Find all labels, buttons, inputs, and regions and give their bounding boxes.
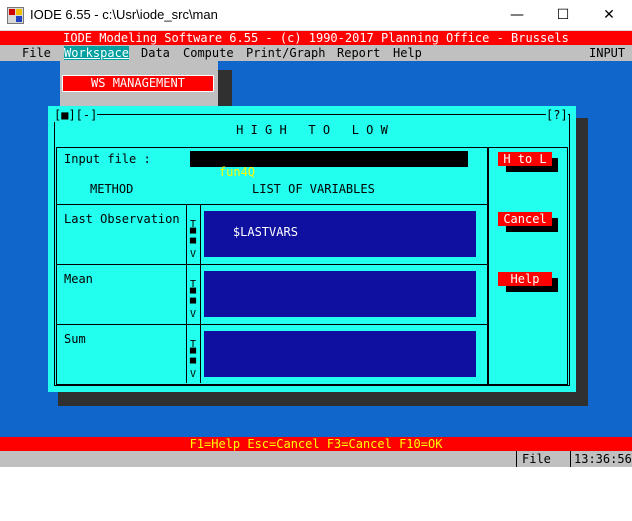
input-mode-indicator: INPUT (589, 46, 626, 60)
grid-line-mid2 (56, 324, 487, 325)
grid-line-top (56, 204, 487, 205)
menu-data[interactable]: Data (141, 46, 170, 60)
app-icon-yellow (16, 9, 22, 15)
scroll-indicator[interactable]: T ▀ ▀ V (187, 340, 199, 380)
menu-workspace[interactable]: Workspace (64, 46, 130, 60)
scroll-indicator[interactable]: T ▀ ▀ V (187, 220, 199, 260)
variables-header: LIST OF VARIABLES (252, 182, 375, 196)
window-title: IODE 6.55 - c:\Usr\iode_src\man (30, 7, 218, 22)
method-last-observation: Last Observation (64, 212, 180, 226)
grid-line-mid1 (56, 264, 487, 265)
h-to-l-button[interactable]: H to L (498, 152, 552, 166)
last-observation-variables-value: $LASTVARS (232, 225, 298, 239)
dialog-system-menu[interactable]: [■][-] (54, 108, 98, 122)
menu-bar: File Workspace Data Compute Print/Graph … (0, 45, 632, 61)
status-divider (570, 451, 571, 467)
menu-compute[interactable]: Compute (183, 46, 234, 60)
last-observation-variables-field[interactable]: $LASTVARS (204, 211, 476, 257)
cancel-button[interactable]: Cancel (498, 212, 552, 226)
help-button[interactable]: Help (498, 272, 552, 286)
function-keys-bar: F1=Help Esc=Cancel F3=Cancel F10=OK (0, 437, 632, 451)
menu-print-graph[interactable]: Print/Graph (246, 46, 325, 60)
app-icon-blue (16, 16, 22, 22)
input-file-label: Input file : (64, 152, 151, 166)
sum-variables-field[interactable] (204, 331, 476, 377)
app-banner: IODE Modeling Software 6.55 - (c) 1990-2… (0, 31, 632, 45)
status-time: 13:36:56 (574, 452, 632, 466)
scroll-indicator[interactable]: T ▀ ▀ V (187, 280, 199, 320)
dialog-help-corner[interactable]: [?] (546, 108, 568, 122)
close-button[interactable]: ✕ (586, 0, 632, 30)
buttons-box (488, 147, 568, 385)
app-icon[interactable] (7, 7, 24, 24)
minimize-button[interactable]: — (494, 0, 540, 30)
status-divider (516, 451, 517, 467)
window-titlebar[interactable]: IODE 6.55 - c:\Usr\iode_src\man — ☐ ✕ (0, 0, 632, 31)
menu-file[interactable]: File (22, 46, 51, 60)
menu-help[interactable]: Help (393, 46, 422, 60)
grid-line-col2 (200, 204, 201, 383)
dialog-title: H I G H T O L O W (236, 123, 388, 137)
input-file-value: fun4Q (218, 165, 256, 179)
ws-management-item[interactable]: WS MANAGEMENT (62, 75, 214, 92)
method-sum: Sum (64, 332, 86, 346)
status-file: File (522, 452, 551, 466)
mean-variables-field[interactable] (204, 271, 476, 317)
status-bar: File 13:36:56 (0, 451, 632, 467)
input-file-field[interactable]: fun4Q (190, 151, 468, 179)
method-mean: Mean (64, 272, 93, 286)
method-header: METHOD (90, 182, 134, 196)
maximize-button[interactable]: ☐ (540, 0, 586, 30)
app-icon-red (9, 9, 15, 15)
menu-report[interactable]: Report (337, 46, 380, 60)
high-to-low-dialog: [■][-] [?] H I G H T O L O W Input file … (48, 106, 576, 392)
